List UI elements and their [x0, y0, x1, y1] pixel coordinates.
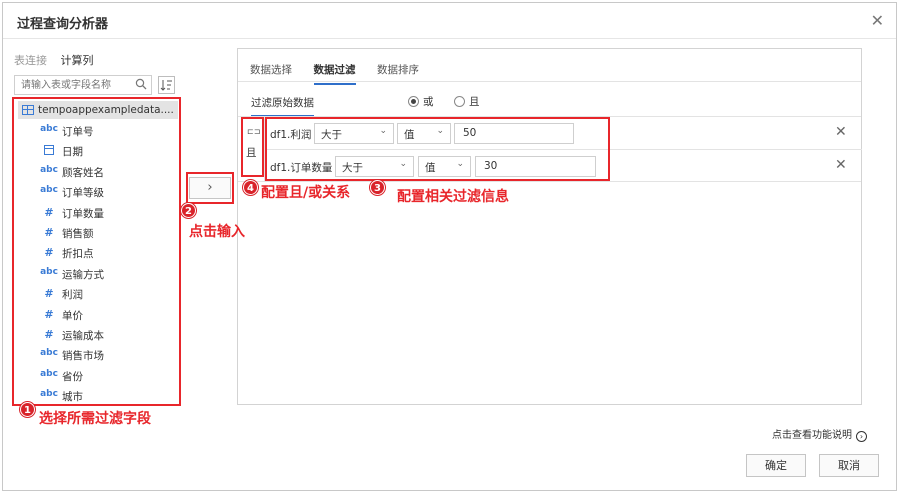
- annotation-text-3: 配置相关过滤信息: [397, 189, 509, 205]
- tab-data-sort[interactable]: 数据排序: [377, 62, 419, 83]
- search-field: [14, 75, 152, 95]
- divider: [238, 81, 861, 82]
- search-input[interactable]: [15, 76, 127, 94]
- annotation-box-conditions: [265, 117, 610, 181]
- annotation-box-relation: [241, 117, 264, 177]
- cancel-button[interactable]: 取消: [819, 454, 879, 477]
- title-bar: 过程查询分析器 ✕: [3, 3, 896, 39]
- radio-unchecked-icon: [454, 96, 465, 107]
- radio-or-label: 或: [423, 96, 434, 108]
- help-link-label: 点击查看功能说明: [772, 430, 852, 441]
- annotation-text-4: 配置且/或关系: [261, 185, 351, 201]
- tab-calculated-column[interactable]: 计算列: [61, 52, 94, 68]
- filter-panel: 数据选择 数据过滤 数据排序 过滤原始数据 或 且 ⊏⊐ 且 df1.利润 大于…: [237, 48, 862, 405]
- radio-and-label: 且: [469, 96, 480, 108]
- radio-and[interactable]: 且: [454, 94, 480, 109]
- ok-button[interactable]: 确定: [746, 454, 806, 477]
- step-badge-1: 1: [20, 402, 35, 417]
- filter-source-label: 过滤原始数据: [251, 95, 314, 117]
- radio-checked-icon: [408, 96, 419, 107]
- dialog-title: 过程查询分析器: [17, 17, 109, 32]
- radio-or[interactable]: 或: [408, 94, 434, 109]
- remove-condition-icon[interactable]: ✕: [835, 124, 847, 140]
- annotation-box-fields: [12, 97, 181, 406]
- left-tabs: 表连接 计算列: [14, 52, 104, 68]
- tab-table-join[interactable]: 表连接: [14, 52, 47, 68]
- sort-button[interactable]: [158, 76, 175, 94]
- tab-data-selection[interactable]: 数据选择: [250, 62, 292, 83]
- help-link[interactable]: 点击查看功能说明 ›: [772, 426, 867, 442]
- sort-icon: [160, 80, 172, 91]
- step-badge-3: 3: [370, 180, 385, 195]
- annotation-text-2: 点击输入: [189, 224, 245, 240]
- chevron-right-icon: ›: [856, 431, 867, 442]
- remove-condition-icon[interactable]: ✕: [835, 157, 847, 173]
- close-icon[interactable]: ✕: [871, 11, 884, 30]
- annotation-text-1: 选择所需过滤字段: [39, 411, 151, 427]
- step-badge-4: 4: [243, 180, 258, 195]
- search-icon[interactable]: [135, 78, 147, 90]
- annotation-box-transfer: [186, 172, 234, 204]
- step-badge-2: 2: [181, 203, 196, 218]
